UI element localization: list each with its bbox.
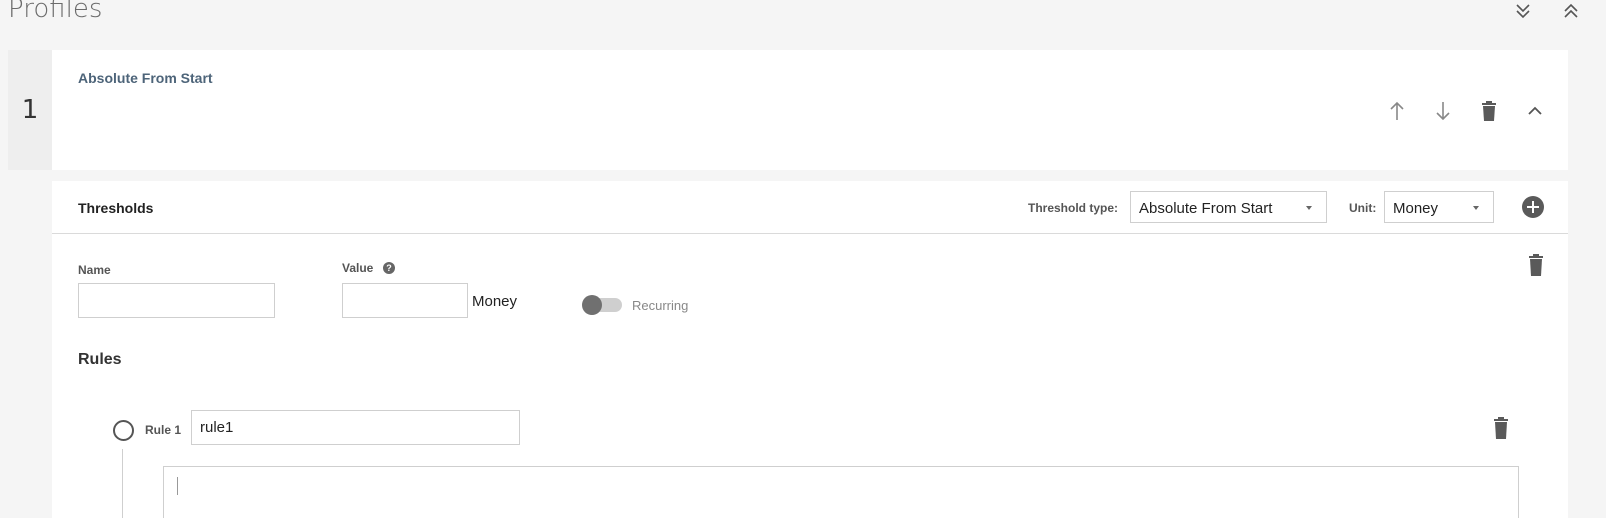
delete-rule-icon[interactable] (1493, 417, 1509, 444)
rule-label: Rule 1 (145, 423, 182, 437)
threshold-type-value: Absolute From Start (1139, 200, 1273, 217)
rules-title: Rules (78, 351, 122, 368)
value-label: Value (342, 261, 374, 275)
page-toolbar (1512, 0, 1582, 22)
move-down-icon[interactable] (1432, 100, 1454, 122)
caret-down-icon (1473, 206, 1479, 210)
rule-radio[interactable] (113, 420, 134, 441)
profile-name[interactable]: Absolute From Start (78, 70, 213, 86)
move-up-icon[interactable] (1386, 100, 1408, 122)
chevron-up-icon[interactable] (1524, 100, 1546, 122)
profile-index: 1 (8, 50, 52, 170)
unit-label: Unit: (1349, 201, 1377, 215)
help-icon[interactable]: ? (383, 262, 395, 274)
profile-actions (1386, 100, 1546, 122)
trash-icon[interactable] (1478, 100, 1500, 122)
add-threshold-icon[interactable] (1522, 196, 1544, 218)
expand-all-icon[interactable] (1512, 0, 1534, 22)
caret-down-icon (1306, 206, 1312, 210)
rule-expression-editor[interactable] (163, 466, 1519, 518)
name-field[interactable] (78, 283, 275, 318)
rule-name-field[interactable] (191, 410, 520, 445)
value-unit-suffix: Money (472, 293, 518, 310)
profile-card: 1 Absolute From Start (8, 50, 1568, 170)
unit-value: Money (1393, 200, 1439, 217)
collapse-all-icon[interactable] (1560, 0, 1582, 22)
page-title: Profiles (8, 0, 103, 24)
threshold-type-select[interactable]: Absolute From Start (1130, 191, 1327, 223)
name-label: Name (78, 263, 111, 277)
threshold-type-label: Threshold type: (1028, 201, 1119, 215)
unit-select[interactable]: Money (1384, 191, 1494, 223)
recurring-label: Recurring (632, 298, 689, 313)
thresholds-header: Thresholds Threshold type: Absolute From… (52, 181, 1568, 234)
rule-connector (122, 449, 123, 518)
text-cursor (177, 477, 178, 495)
thresholds-panel: Thresholds Threshold type: Absolute From… (52, 181, 1568, 518)
thresholds-title: Thresholds (78, 200, 154, 216)
value-field[interactable] (342, 283, 468, 318)
recurring-toggle[interactable] (582, 295, 624, 315)
toggle-knob (582, 295, 602, 315)
delete-threshold-icon[interactable] (1528, 254, 1544, 281)
